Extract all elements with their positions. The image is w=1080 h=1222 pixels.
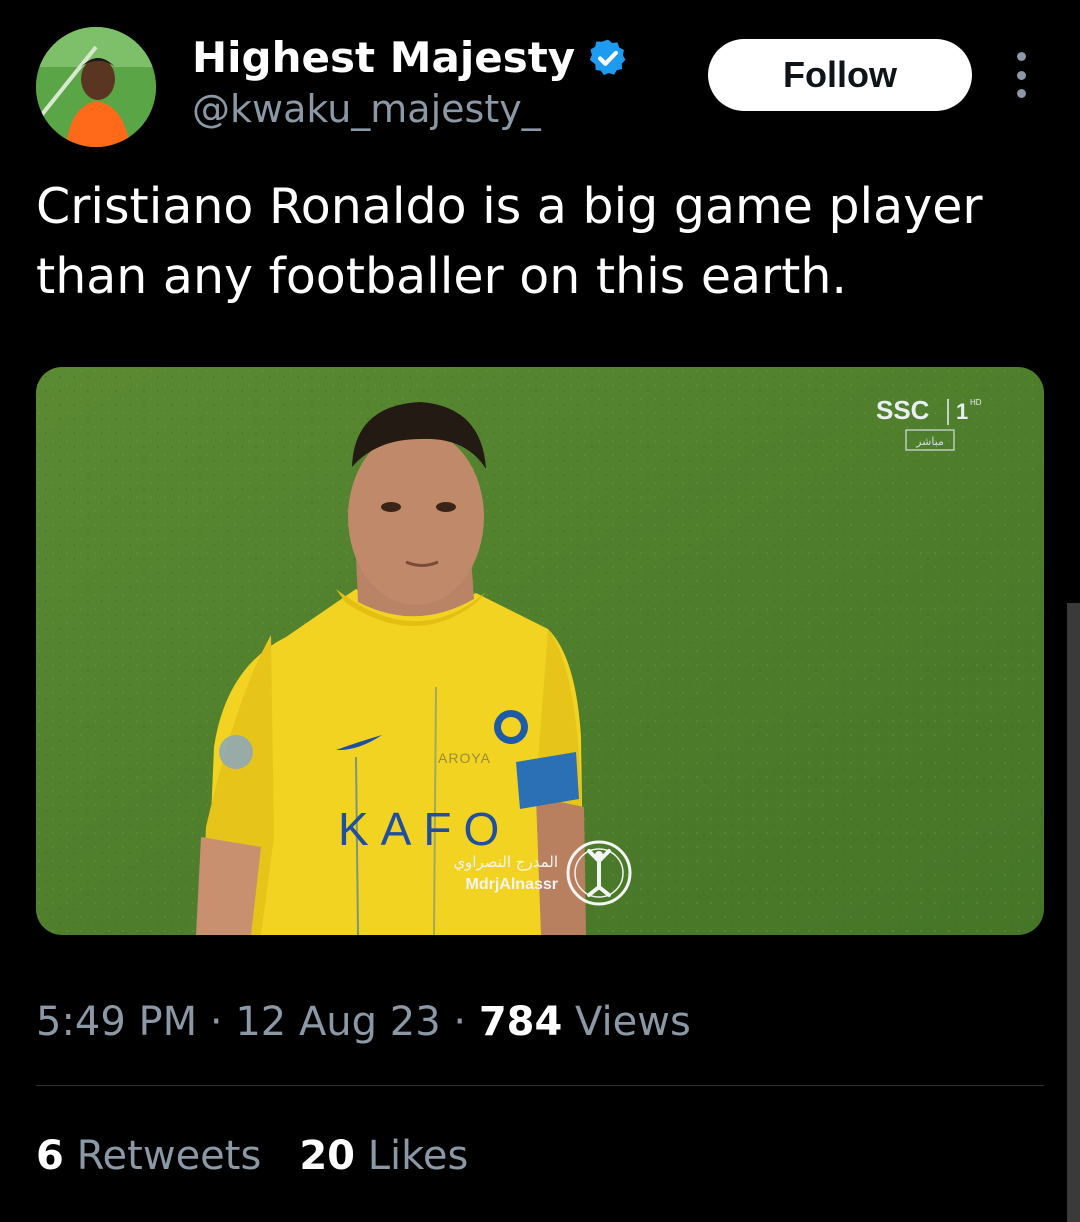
divider <box>36 1085 1044 1086</box>
likes-count: 20 <box>299 1133 355 1179</box>
more-dot <box>1016 89 1026 98</box>
more-dot <box>1016 52 1026 61</box>
author-display-name[interactable]: Highest Majesty <box>192 33 575 83</box>
svg-text:AROYA: AROYA <box>438 750 491 766</box>
follow-button[interactable]: Follow <box>708 39 972 111</box>
svg-text:KAFO: KAFO <box>338 803 511 855</box>
svg-text:MdrjAlnassr: MdrjAlnassr <box>466 876 558 893</box>
retweets-stat[interactable]: 6 Retweets <box>36 1130 261 1182</box>
svg-text:المدرج النصراوي: المدرج النصراوي <box>453 853 558 872</box>
more-dot <box>1016 70 1026 80</box>
verified-badge-icon <box>589 39 626 76</box>
views-count: 784 <box>478 999 563 1045</box>
meta-separator: · <box>209 999 223 1045</box>
tweet-stats: 6 Retweets 20 Likes <box>36 1130 506 1182</box>
tweet-time[interactable]: 5:49 PM <box>36 999 197 1045</box>
author-avatar[interactable] <box>36 27 156 147</box>
tweet-meta: 5:49 PM · 12 Aug 23 · 784 Views <box>36 996 691 1048</box>
tweet-text: Cristiano Ronaldo is a big game player t… <box>36 178 983 305</box>
more-options-icon[interactable] <box>1004 52 1038 98</box>
tweet-media-image[interactable]: AROYA KAFO SSC 1 HD مباشر المدرج النصراو… <box>36 367 1044 935</box>
svg-text:HD: HD <box>970 398 982 407</box>
meta-separator: · <box>453 999 467 1045</box>
likes-label: Likes <box>367 1133 469 1179</box>
retweets-count: 6 <box>36 1133 64 1179</box>
author-handle[interactable]: @kwaku_majesty_ <box>192 86 541 132</box>
likes-stat[interactable]: 20 Likes <box>299 1130 468 1182</box>
svg-text:SSC: SSC <box>876 395 930 425</box>
avatar-image <box>36 27 156 147</box>
retweets-label: Retweets <box>76 1133 262 1179</box>
scrollbar[interactable] <box>1067 603 1080 1222</box>
tweet-date[interactable]: 12 Aug 23 <box>235 999 440 1045</box>
media-photo: AROYA KAFO SSC 1 HD مباشر المدرج النصراو… <box>36 367 1044 935</box>
svg-text:مباشر: مباشر <box>915 435 944 448</box>
views-label: Views <box>575 999 691 1045</box>
author-display-name-row[interactable]: Highest Majesty <box>192 33 629 83</box>
svg-text:1: 1 <box>956 399 968 424</box>
